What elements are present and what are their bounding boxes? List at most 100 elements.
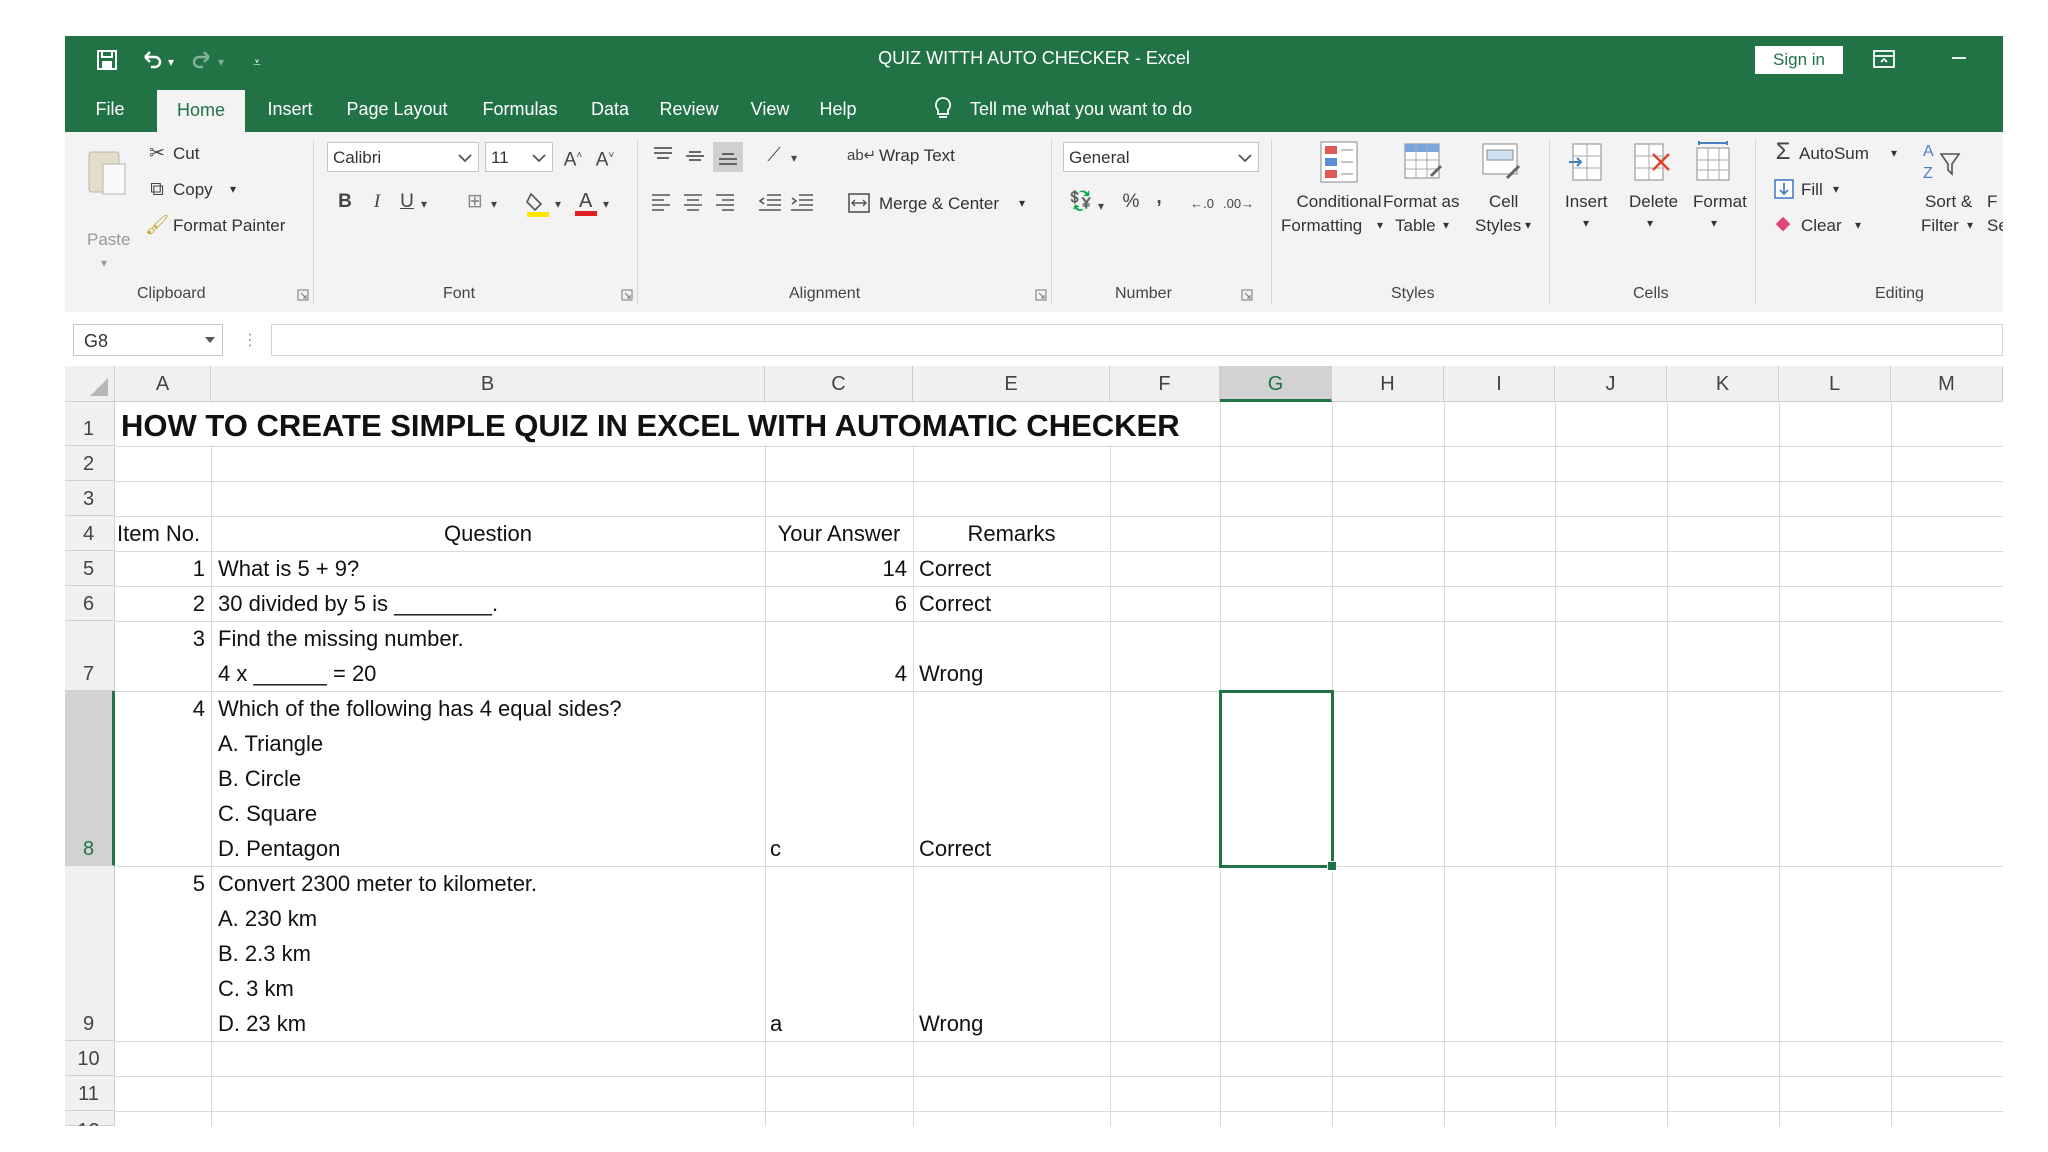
paste-dropdown-icon[interactable]: ▾ xyxy=(101,256,107,270)
copy-dropdown-icon[interactable]: ▾ xyxy=(230,182,236,196)
chevron-down-icon[interactable] xyxy=(530,149,548,167)
select-all-button[interactable] xyxy=(65,366,115,402)
clear-dropdown-icon[interactable]: ▾ xyxy=(1855,218,1861,232)
merge-dropdown-icon[interactable]: ▾ xyxy=(1019,196,1025,210)
answer-5[interactable]: a xyxy=(770,1006,782,1041)
insert-cells-button[interactable]: Insert xyxy=(1565,192,1608,212)
font-color-dropdown-icon[interactable]: ▾ xyxy=(599,192,613,216)
autosum-icon[interactable]: Σ xyxy=(1771,140,1795,164)
orientation-dropdown-icon[interactable]: ▾ xyxy=(787,146,801,170)
row-header-9[interactable]: 9 xyxy=(65,866,115,1041)
font-name-combo[interactable]: Calibri xyxy=(327,142,479,172)
format-table-dropdown-icon[interactable]: ▾ xyxy=(1443,218,1449,232)
eraser-icon[interactable]: ◆ xyxy=(1771,212,1795,236)
column-header-f[interactable]: F xyxy=(1110,366,1220,402)
tab-home[interactable]: Home xyxy=(157,90,245,132)
answer-3[interactable]: 4 xyxy=(765,656,907,691)
percent-style-button[interactable]: % xyxy=(1119,190,1143,214)
column-header-k[interactable]: K xyxy=(1667,366,1779,402)
column-header-g[interactable]: G xyxy=(1220,366,1332,402)
answer-4[interactable]: c xyxy=(770,831,781,866)
font-color-icon[interactable]: A xyxy=(573,188,599,218)
scissors-icon[interactable]: ✂ xyxy=(145,142,169,166)
answer-2[interactable]: 6 xyxy=(765,586,907,621)
borders-icon[interactable]: ⊞ xyxy=(463,190,487,214)
header-question[interactable]: Question xyxy=(211,516,765,551)
column-header-b[interactable]: B xyxy=(211,366,765,402)
ribbon-display-options-icon[interactable] xyxy=(1872,48,1896,70)
row-header-7[interactable]: 7 xyxy=(65,621,115,691)
column-header-m[interactable]: M xyxy=(1891,366,2003,402)
column-header-j[interactable]: J xyxy=(1555,366,1667,402)
decrease-decimal-icon[interactable]: .00→ xyxy=(1223,192,1254,216)
cell-styles-label-2[interactable]: Styles xyxy=(1475,216,1521,236)
row-header-12[interactable]: 12 xyxy=(65,1111,115,1126)
number-launcher-icon[interactable] xyxy=(1241,288,1253,301)
question-4-line-3[interactable]: B. Circle xyxy=(218,761,301,796)
sort-filter-icon[interactable]: AZ xyxy=(1921,140,1963,186)
conditional-formatting-icon[interactable] xyxy=(1317,140,1361,186)
sign-in-button[interactable]: Sign in xyxy=(1755,46,1843,74)
question-5-line-1[interactable]: Convert 2300 meter to kilometer. xyxy=(218,866,537,901)
find-select-label-2[interactable]: Se xyxy=(1987,216,2003,236)
column-header-i[interactable]: I xyxy=(1444,366,1555,402)
cell-styles-dropdown-icon[interactable]: ▾ xyxy=(1525,218,1531,232)
cell-styles-button[interactable]: Cell xyxy=(1489,192,1518,212)
column-header-h[interactable]: H xyxy=(1332,366,1444,402)
format-painter-button[interactable]: Format Painter xyxy=(173,216,285,236)
align-right-icon[interactable] xyxy=(713,190,737,214)
copy-icon[interactable]: ⧉ xyxy=(145,178,169,202)
question-2[interactable]: 30 divided by 5 is ________. xyxy=(218,586,498,621)
remarks-2[interactable]: Correct xyxy=(919,586,991,621)
paste-icon[interactable] xyxy=(85,146,129,200)
increase-indent-icon[interactable] xyxy=(789,190,815,214)
borders-dropdown-icon[interactable]: ▾ xyxy=(487,192,501,216)
clear-button[interactable]: Clear xyxy=(1801,216,1842,236)
column-header-c[interactable]: C xyxy=(765,366,913,402)
remarks-1[interactable]: Correct xyxy=(919,551,991,586)
fill-dropdown-icon[interactable]: ▾ xyxy=(1833,182,1839,196)
wrap-text-button[interactable]: Wrap Text xyxy=(879,146,955,166)
question-1[interactable]: What is 5 + 9? xyxy=(218,551,359,586)
tab-data[interactable]: Data xyxy=(585,84,635,132)
copy-button[interactable]: Copy xyxy=(173,180,213,200)
lightbulb-icon[interactable] xyxy=(933,96,953,122)
active-cell-g8[interactable] xyxy=(1219,690,1334,868)
autosum-button[interactable]: AutoSum xyxy=(1799,144,1869,164)
header-remarks[interactable]: Remarks xyxy=(913,516,1110,551)
more-options-icon[interactable]: ⋮ xyxy=(237,328,263,354)
question-4-line-4[interactable]: C. Square xyxy=(218,796,317,831)
row-header-3[interactable]: 3 xyxy=(65,481,115,516)
find-select-button[interactable]: F xyxy=(1987,192,1997,212)
number-format-combo[interactable]: General xyxy=(1063,142,1259,172)
cut-button[interactable]: Cut xyxy=(173,144,199,164)
row-header-4[interactable]: 4 xyxy=(65,516,115,551)
row-header-2[interactable]: 2 xyxy=(65,446,115,481)
question-4-line-5[interactable]: D. Pentagon xyxy=(218,831,340,866)
cell-styles-icon[interactable] xyxy=(1479,140,1523,186)
font-launcher-icon[interactable] xyxy=(621,288,633,301)
clipboard-launcher-icon[interactable] xyxy=(297,288,309,301)
conditional-dropdown-icon[interactable]: ▾ xyxy=(1377,218,1383,232)
align-left-icon[interactable] xyxy=(649,190,673,214)
tab-review[interactable]: Review xyxy=(653,84,725,132)
question-3-line-1[interactable]: Find the missing number. xyxy=(218,621,464,656)
fill-button[interactable]: Fill xyxy=(1801,180,1823,200)
alignment-launcher-icon[interactable] xyxy=(1035,288,1047,301)
sort-dropdown-icon[interactable]: ▾ xyxy=(1967,218,1973,232)
answer-1[interactable]: 14 xyxy=(765,551,907,586)
question-4-line-2[interactable]: A. Triangle xyxy=(218,726,323,761)
question-5-line-2[interactable]: A. 230 km xyxy=(218,901,317,936)
remarks-3[interactable]: Wrong xyxy=(919,656,983,691)
merge-center-icon[interactable] xyxy=(847,192,871,214)
accounting-dropdown-icon[interactable]: ▾ xyxy=(1095,194,1107,218)
question-3-line-2[interactable]: 4 x ______ = 20 xyxy=(218,656,376,691)
font-size-combo[interactable]: 11 xyxy=(485,142,553,172)
item-no-3[interactable]: 3 xyxy=(115,621,205,656)
decrease-font-size-icon[interactable]: A˅ xyxy=(593,144,617,172)
row-header-1[interactable]: 1 xyxy=(65,402,115,446)
sort-filter-button[interactable]: Sort & xyxy=(1925,192,1972,212)
format-as-table-icon[interactable] xyxy=(1401,140,1445,186)
tab-view[interactable]: View xyxy=(743,84,797,132)
column-header-a[interactable]: A xyxy=(115,366,211,402)
